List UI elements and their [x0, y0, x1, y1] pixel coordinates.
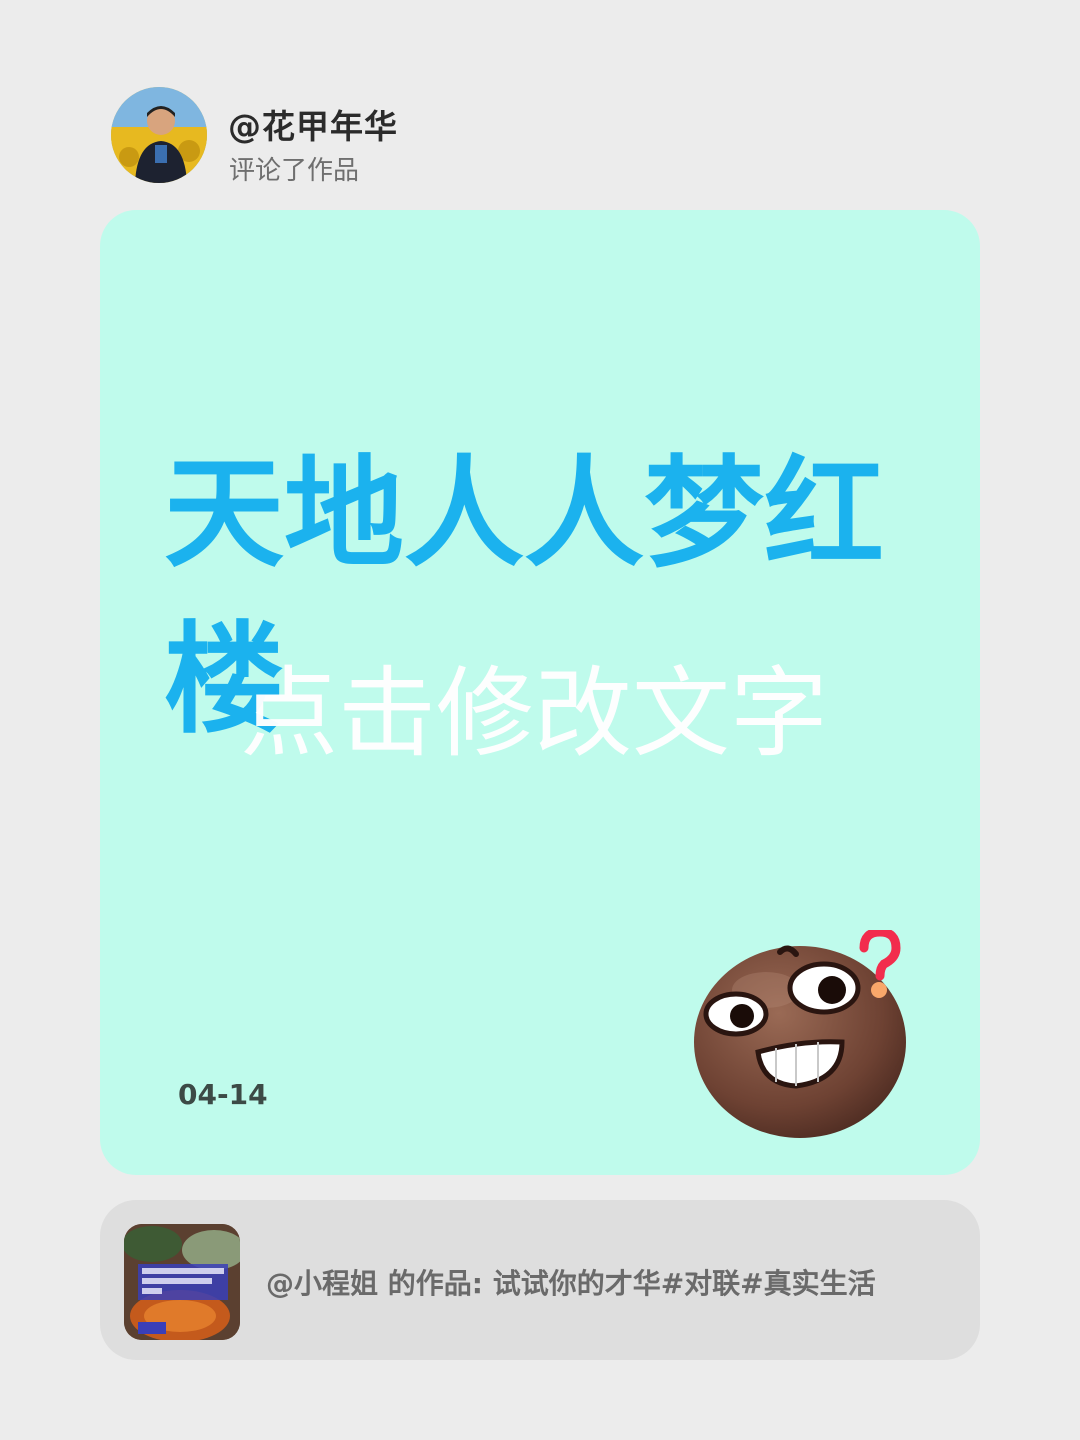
food-photo-thumbnail — [124, 1224, 240, 1340]
comment-card: 天地人人梦红楼 点击修改文字 04-14 — [100, 210, 980, 1175]
avatar[interactable] — [111, 87, 207, 183]
comment-date: 04-14 — [178, 1078, 268, 1111]
avatar-photo-icon — [111, 87, 207, 183]
comment-share-page: @花甲年华 评论了作品 天地人人梦红楼 点击修改文字 04-14 @小程姐 的作… — [0, 0, 1080, 1440]
action-text: 评论了作品 — [229, 156, 360, 186]
work-thumbnail[interactable] — [124, 1224, 240, 1340]
username[interactable]: @花甲年华 — [228, 100, 398, 148]
work-description[interactable]: @小程姐 的作品: 试试你的才华#对联#真实生活 — [266, 1262, 876, 1302]
edit-text-hint[interactable]: 点击修改文字 — [240, 654, 828, 774]
referenced-work[interactable]: @小程姐 的作品: 试试你的才华#对联#真实生活 — [100, 1200, 980, 1360]
confused-grin-emoji-icon — [694, 930, 906, 1138]
